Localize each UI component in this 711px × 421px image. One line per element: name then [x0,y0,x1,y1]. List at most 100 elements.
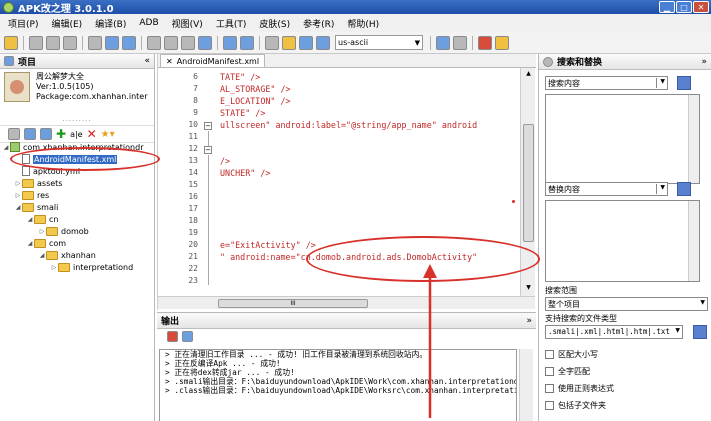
tree-item-res[interactable]: ▷ res [14,189,49,201]
cut-icon[interactable] [164,35,178,50]
code-line[interactable]: STATE" /> [220,108,265,118]
output-log[interactable]: > 正在清理旧工作目录 ... - 成功! 旧工作目录被清理到系统回收站内。 >… [159,349,517,421]
tree-item-assets[interactable]: ▷ assets [14,177,62,189]
code-line[interactable]: e="ExitActivity" /> [220,240,316,250]
search-content-combo[interactable]: 搜索内容 ▼ [545,76,668,90]
tree-item-smali[interactable]: ◢ smali [14,201,58,213]
output-scrollbar[interactable] [519,349,533,421]
checkbox-icon[interactable] [545,367,554,376]
replace-button[interactable] [677,182,691,196]
save-as-icon[interactable] [122,35,136,50]
settings-icon[interactable] [316,35,330,50]
info-icon[interactable] [453,35,467,50]
menu-help[interactable]: 帮助(H) [347,17,379,30]
code-line[interactable]: ullscreen" android:label="@string/app_na… [220,120,477,130]
device-icon[interactable] [63,35,77,50]
checkbox-icon[interactable] [545,401,554,410]
fold-toggle-icon[interactable]: − [204,122,212,130]
tree-item-xhanhan[interactable]: ◢ xhanhan [38,249,96,261]
match-case-checkbox[interactable]: 区配大小写 [545,349,598,360]
checkbox-icon[interactable] [545,384,554,393]
save-icon[interactable] [88,35,102,50]
scroll-thumb[interactable]: III [218,299,368,308]
tree-item-com[interactable]: ◢ com [26,237,66,249]
search-text-area[interactable] [545,94,700,184]
expand-icon[interactable]: ◢ [26,216,34,223]
tree-item-domob[interactable]: ▷ domob [38,225,89,237]
menu-adb[interactable]: ADB [139,18,158,28]
collapsed-icon[interactable]: ▷ [14,180,22,187]
regex-checkbox[interactable]: 使用正则表达式 [545,383,614,394]
explorer-icon[interactable] [24,128,36,140]
collapse-icon[interactable]: » [701,57,707,67]
minimize-button[interactable]: ▁ [659,1,675,13]
whole-word-checkbox[interactable]: 全字匹配 [545,366,590,377]
replace-text-area[interactable] [545,200,700,282]
tree-item-apktool[interactable]: apktool.yml [22,165,80,177]
checkbox-icon[interactable] [545,350,554,359]
code-line[interactable]: AL_STORAGE" /> [220,84,291,94]
menu-view[interactable]: 视图(V) [172,17,203,30]
rename-icon[interactable]: a|e [70,130,83,139]
tree-item-manifest[interactable]: AndroidManifest.xml [22,153,118,165]
scroll-up-icon[interactable]: ▲ [523,70,534,80]
goto-icon[interactable] [299,35,313,50]
replace-content-combo[interactable]: 替换内容 ▼ [545,182,668,196]
code-line[interactable]: /> [220,156,230,166]
expand-icon[interactable]: ◢ [38,252,46,259]
menu-reference[interactable]: 参考(R) [303,17,334,30]
tree-item-interpretation[interactable]: ▷ interpretationd [50,261,133,273]
scroll-down-icon[interactable]: ▼ [523,284,534,294]
favorite-icon[interactable]: ★▾ [101,129,115,140]
clear-output-icon[interactable] [167,330,178,342]
expand-icon[interactable]: ◢ [26,240,34,247]
search-scope-select[interactable]: 整个项目 ▼ [545,297,708,311]
paste-icon[interactable] [181,35,195,50]
splitter-grip[interactable]: ········· [0,117,154,125]
collapse-icon[interactable]: » [526,316,532,326]
file-types-select[interactable]: .smali|.xml|.html|.htm|.txt ▼ [545,325,683,339]
editor-horizontal-scrollbar[interactable]: III [158,296,535,309]
menu-edit[interactable]: 编辑(E) [51,17,82,30]
collapse-icon[interactable]: « [144,56,150,66]
find-button[interactable] [677,76,691,90]
file-types-button[interactable] [693,325,707,339]
collapsed-icon[interactable]: ▷ [50,264,58,271]
home-icon[interactable] [495,35,509,50]
tab-androidmanifest[interactable]: ✕ AndroidManifest.xml [160,54,266,67]
stop-icon[interactable] [478,35,492,50]
expand-icon[interactable]: ◢ [2,144,10,151]
open-folder-icon[interactable] [40,128,52,140]
code-line[interactable]: E_LOCATION" /> [220,96,291,106]
scroll-thumb[interactable] [523,124,534,242]
scrollbar[interactable] [688,201,699,281]
collapsed-icon[interactable]: ▷ [14,192,22,199]
add-icon[interactable]: ✚ [56,127,66,141]
close-tab-icon[interactable]: ✕ [166,57,173,66]
delete-icon[interactable]: ✕ [87,127,97,141]
tree-item-cn[interactable]: ◢ cn [26,213,58,225]
fold-toggle-icon[interactable]: − [204,146,212,154]
code-line[interactable]: " android:name="cn.domob.android.ads.Dom… [220,252,477,262]
collapsed-icon[interactable]: ▷ [38,228,46,235]
format-icon[interactable] [198,35,212,50]
menu-skin[interactable]: 皮肤(S) [259,17,290,30]
build-sign-icon[interactable] [46,35,60,50]
expand-icon[interactable]: ◢ [14,204,22,211]
menu-build[interactable]: 编译(B) [95,17,126,30]
code-line[interactable]: UNCHER" /> [220,168,270,178]
find-icon[interactable] [265,35,279,50]
menu-project[interactable]: 项目(P) [8,17,38,30]
tree-item-project[interactable]: ◢ com.xhanhan.interpretationdr [2,141,143,153]
undo-icon[interactable] [223,35,237,50]
editor-vertical-scrollbar[interactable]: ▲ ▼ [520,68,535,296]
redo-icon[interactable] [240,35,254,50]
maximize-button[interactable]: □ [676,1,692,13]
code-line[interactable]: TATE" /> [220,72,260,82]
save-all-icon[interactable] [105,35,119,50]
refresh-icon[interactable] [8,128,20,140]
copy-icon[interactable] [147,35,161,50]
scrollbar[interactable] [688,95,699,183]
encoding-select[interactable]: us-ascii ▼ [335,35,423,50]
menu-tools[interactable]: 工具(T) [216,17,247,30]
